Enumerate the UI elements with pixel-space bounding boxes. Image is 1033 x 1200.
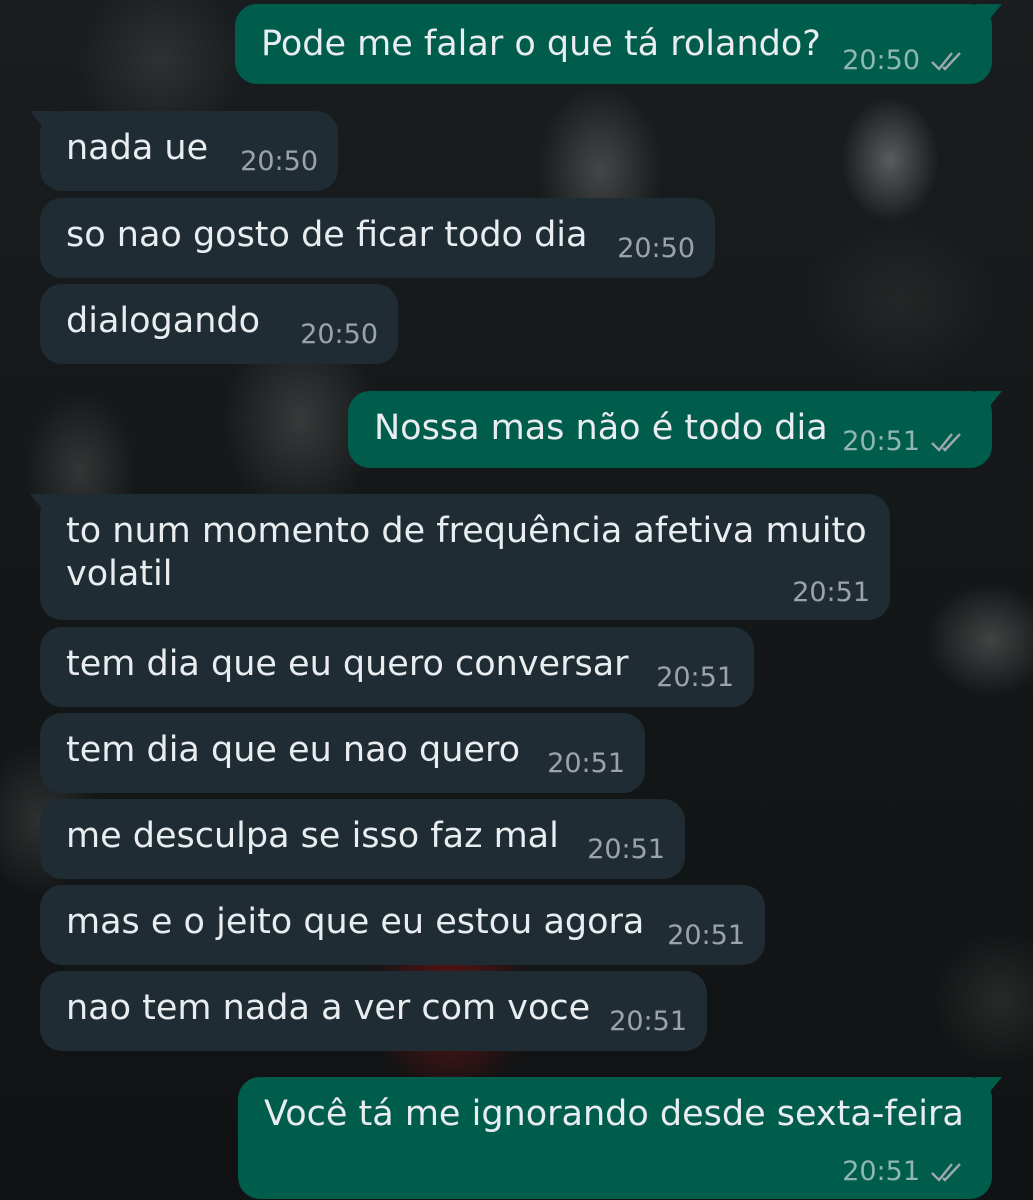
message-time: 20:51	[587, 834, 665, 865]
bubble-tail-icon	[976, 4, 1002, 26]
read-ticks-icon	[931, 1163, 961, 1182]
message-meta: 20:51	[667, 921, 745, 951]
message-meta: 20:51	[587, 835, 665, 865]
message-text: me desculpa se isso faz mal	[66, 816, 559, 856]
message-meta: 20:51	[609, 1007, 687, 1037]
message-text: tem dia que eu nao quero	[66, 730, 521, 770]
message-time: 20:51	[842, 426, 920, 457]
message-bubble-outgoing[interactable]: Pode me falar o que tá rolando? 20:50	[235, 4, 1002, 84]
message-text: tem dia que eu quero conversar	[66, 644, 629, 684]
bubble-tail-icon	[30, 111, 56, 133]
message-bubble-incoming[interactable]: nada ue 20:50	[30, 111, 338, 191]
message-text: so nao gosto de ficar todo dia	[66, 215, 588, 255]
message-meta: 20:51	[792, 578, 870, 608]
message-text: dialogando	[66, 301, 261, 341]
message-text: Você tá me ignorando desde sexta-feira	[264, 1094, 964, 1134]
message-time: 20:50	[842, 45, 920, 76]
message-time: 20:50	[617, 233, 695, 264]
read-ticks-icon	[931, 433, 961, 452]
message-text: Nossa mas não é todo dia	[374, 408, 828, 448]
message-text: nao tem nada a ver com voce	[66, 988, 591, 1028]
message-time: 20:51	[547, 748, 625, 779]
message-bubble-outgoing[interactable]: Nossa mas não é todo dia 20:51	[348, 391, 1002, 468]
message-bubble-incoming[interactable]: nao tem nada a ver com voce 20:51	[40, 971, 707, 1051]
message-time: 20:51	[667, 920, 745, 951]
message-text-line-2: volatil	[66, 554, 173, 594]
message-time: 20:51	[792, 577, 870, 608]
message-bubble-incoming[interactable]: me desculpa se isso faz mal 20:51	[40, 799, 685, 879]
message-bubble-incoming[interactable]: tem dia que eu quero conversar 20:51	[40, 627, 754, 707]
message-text: nada ue	[66, 128, 209, 168]
message-meta: 20:50	[842, 46, 966, 76]
message-meta: 20:50	[617, 234, 695, 264]
message-bubble-incoming[interactable]: dialogando 20:50	[40, 284, 398, 364]
message-meta: 20:51	[842, 1157, 966, 1187]
bubble-tail-icon	[30, 494, 56, 516]
message-bubble-incoming[interactable]: so nao gosto de ficar todo dia 20:50	[40, 198, 715, 278]
message-meta: 20:51	[547, 749, 625, 779]
message-time: 20:50	[300, 319, 378, 350]
bubble-tail-icon	[976, 1077, 1002, 1099]
message-meta: 20:51	[656, 663, 734, 693]
message-time: 20:51	[609, 1006, 687, 1037]
read-ticks-icon	[931, 52, 961, 71]
chat-message-list[interactable]: Pode me falar o que tá rolando? 20:50 na…	[0, 0, 1033, 1200]
message-meta: 20:51	[842, 427, 966, 457]
message-bubble-incoming[interactable]: mas e o jeito que eu estou agora 20:51	[40, 885, 765, 965]
message-meta: 20:50	[240, 147, 318, 177]
message-bubble-outgoing[interactable]: Você tá me ignorando desde sexta-feira 2…	[238, 1077, 1002, 1199]
message-time: 20:51	[842, 1156, 920, 1187]
message-meta: 20:50	[300, 320, 378, 350]
message-text: Pode me falar o que tá rolando?	[261, 24, 821, 64]
bubble-tail-icon	[976, 391, 1002, 413]
message-time: 20:50	[240, 146, 318, 177]
message-text: mas e o jeito que eu estou agora	[66, 902, 645, 942]
message-time: 20:51	[656, 662, 734, 693]
message-bubble-incoming[interactable]: tem dia que eu nao quero 20:51	[40, 713, 645, 793]
message-bubble-incoming[interactable]: to num momento de frequência afetiva mui…	[30, 494, 890, 620]
message-text: to num momento de frequência afetiva mui…	[66, 511, 867, 551]
